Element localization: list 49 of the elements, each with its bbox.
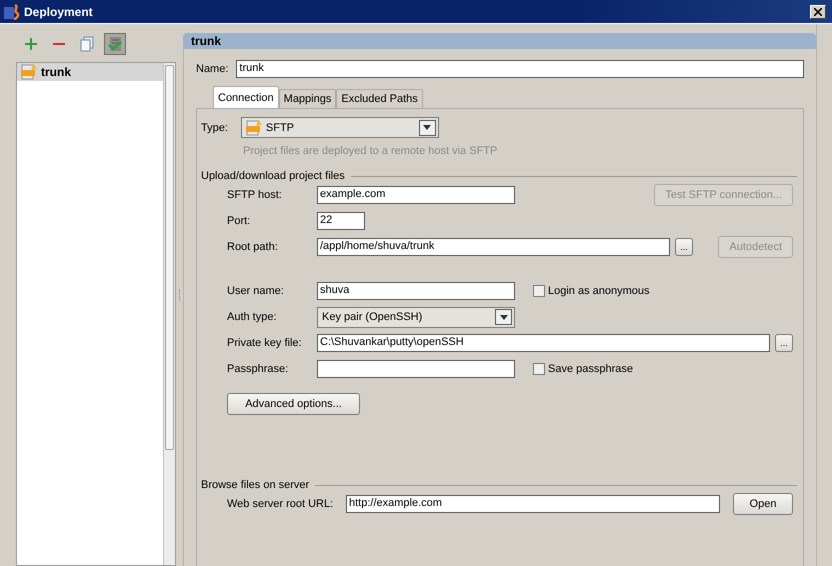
sftp-icon [246, 120, 262, 136]
section-title: Browse files on server [201, 479, 310, 491]
checkbox-label: Save passphrase [548, 363, 633, 375]
add-icon[interactable] [23, 36, 39, 52]
action-button[interactable]: Advanced options... [227, 393, 360, 415]
action-button[interactable]: Open [733, 493, 793, 515]
server-item[interactable]: trunk [17, 63, 163, 81]
dropdown-arrow-icon [423, 125, 432, 130]
input-field[interactable]: shuva [317, 282, 515, 300]
app-icon [4, 4, 20, 20]
input-field[interactable]: C:\Shuvankar\putty\openSSH [317, 334, 770, 352]
browse-button[interactable]: ... [675, 238, 693, 256]
tab[interactable]: Excluded Paths [336, 89, 423, 108]
input-field[interactable]: /appl/home/shuva/trunk [317, 238, 670, 256]
checkbox[interactable] [533, 363, 545, 375]
field-label: Root path: [227, 241, 279, 253]
input-field[interactable]: http://example.com [346, 495, 720, 513]
window-title: Deployment [24, 4, 94, 18]
field-label: User name: [227, 285, 285, 297]
close-icon [814, 8, 822, 16]
panel-header: trunk [183, 33, 816, 49]
dropdown-arrow-icon [500, 314, 508, 320]
field-label: Type: [201, 122, 228, 134]
tab[interactable]: Connection [213, 86, 279, 108]
checkbox-label: Login as anonymous [548, 285, 650, 297]
field-label: Web server root URL: [227, 498, 334, 510]
field-label: Passphrase: [227, 363, 290, 375]
tab[interactable]: Mappings [278, 89, 336, 108]
input-field[interactable]: 22 [317, 212, 365, 230]
copy-icon[interactable] [79, 36, 95, 52]
scrollbar[interactable] [163, 63, 175, 565]
checkbox[interactable] [533, 285, 545, 297]
field-label: Private key file: [227, 337, 303, 349]
close-button[interactable] [810, 4, 826, 18]
field-label: Auth type: [227, 311, 278, 323]
field-label: Name: [196, 63, 228, 75]
input-field[interactable]: example.com [317, 186, 515, 204]
splitter-handle[interactable] [178, 289, 180, 301]
type-dropdown[interactable]: SFTP [240, 117, 439, 138]
name-field[interactable]: trunk [236, 60, 804, 78]
input-field[interactable] [317, 360, 515, 378]
checkmark-icon [107, 36, 123, 52]
section-title: Upload/download project files [201, 170, 345, 182]
hint-text: Project files are deployed to a remote host via SFTP [243, 145, 498, 157]
auth-dropdown[interactable]: Key pair (OpenSSH) [317, 306, 515, 328]
toggle-button[interactable] [104, 33, 126, 55]
field-label: SFTP host: [227, 189, 283, 201]
field-label: Port: [227, 215, 252, 227]
browse-button[interactable]: ... [775, 334, 793, 352]
